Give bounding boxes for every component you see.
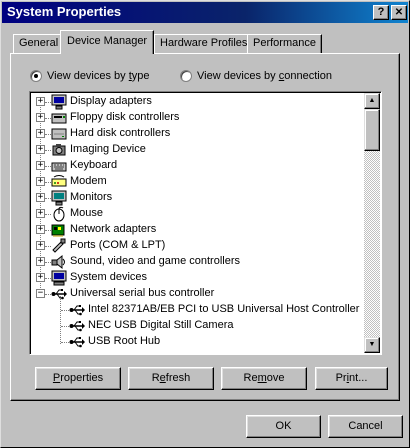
expand-icon[interactable]: +: [36, 257, 45, 266]
device-category-row[interactable]: + Monitors: [32, 190, 362, 206]
device-category-label: Network adapters: [70, 223, 157, 235]
close-button[interactable]: ✕: [391, 5, 407, 20]
device-manager-panel: View devices by type View devices by con…: [10, 53, 400, 401]
scroll-thumb[interactable]: [364, 109, 380, 151]
scroll-up-button[interactable]: ▲: [364, 93, 380, 109]
vertical-scrollbar[interactable]: ▲ ▼: [364, 93, 380, 353]
cancel-button[interactable]: Cancel: [328, 415, 403, 438]
imaging-device-icon: [52, 144, 66, 156]
tab-general[interactable]: General: [13, 34, 65, 53]
system-properties-window: System Properties ? ✕ General Device Man…: [0, 0, 410, 448]
usb-device-row[interactable]: USB Root Hub: [32, 334, 362, 350]
port-icon: [52, 238, 66, 253]
view-by-connection-label: View devices by connection: [197, 70, 332, 82]
device-category-label: Hard disk controllers: [70, 127, 171, 139]
expand-icon[interactable]: +: [36, 97, 45, 106]
device-category-label: Ports (COM & LPT): [70, 239, 166, 251]
modem-icon: [51, 175, 67, 187]
usb-icon: [51, 289, 67, 300]
view-by-type-option[interactable]: View devices by type: [30, 69, 150, 83]
view-by-type-radio[interactable]: [30, 70, 42, 82]
expand-icon[interactable]: +: [36, 129, 45, 138]
device-category-row[interactable]: + Display adapters: [32, 94, 362, 110]
usb-device-label: Intel 82371AB/EB PCI to USB Universal Ho…: [88, 303, 360, 315]
device-category-label: Floppy disk controllers: [70, 111, 180, 123]
device-category-row[interactable]: + System devices: [32, 270, 362, 286]
print-button[interactable]: Print...: [315, 367, 388, 390]
usb-device-label: NEC USB Digital Still Camera: [88, 319, 234, 331]
expand-icon[interactable]: +: [36, 209, 45, 218]
device-tree[interactable]: + Display adapters + Floppy disk controller…: [29, 91, 382, 355]
display-icon: [51, 94, 67, 110]
tab-device-manager[interactable]: Device Manager: [60, 30, 155, 54]
mouse-icon: [53, 206, 65, 222]
device-category-row[interactable]: + Floppy disk controllers: [32, 110, 362, 126]
device-category-row[interactable]: + Mouse: [32, 206, 362, 222]
device-category-label: Universal serial bus controller: [70, 287, 215, 299]
collapse-icon[interactable]: −: [36, 289, 45, 298]
expand-icon[interactable]: +: [36, 113, 45, 122]
usb-device-label: USB Root Hub: [88, 335, 161, 347]
expand-icon[interactable]: +: [36, 241, 45, 250]
title-bar[interactable]: System Properties ? ✕: [2, 2, 408, 23]
view-by-connection-radio[interactable]: [180, 70, 192, 82]
ok-button[interactable]: OK: [246, 415, 321, 438]
device-category-row[interactable]: + Imaging Device: [32, 142, 362, 158]
usb-device-row[interactable]: NEC USB Digital Still Camera: [32, 318, 362, 334]
device-category-row[interactable]: + Network adapters: [32, 222, 362, 238]
keyboard-icon: [51, 162, 67, 172]
expand-icon[interactable]: +: [36, 273, 45, 282]
usb-icon: [69, 321, 85, 332]
properties-button[interactable]: Properties: [35, 367, 121, 390]
expand-icon[interactable]: +: [36, 193, 45, 202]
device-category-row[interactable]: − Universal serial bus controller: [32, 286, 362, 302]
sound-controller-icon: [51, 254, 65, 270]
device-category-label: System devices: [70, 271, 148, 283]
device-category-label: Imaging Device: [70, 143, 146, 155]
view-by-type-label: View devices by type: [47, 70, 150, 82]
usb-icon: [69, 337, 85, 348]
device-category-row[interactable]: + Hard disk controllers: [32, 126, 362, 142]
device-category-label: Modem: [70, 175, 107, 187]
device-category-label: Keyboard: [70, 159, 118, 171]
device-category-row[interactable]: + Keyboard: [32, 158, 362, 174]
view-by-connection-option[interactable]: View devices by connection: [180, 69, 332, 83]
device-category-label: Display adapters: [70, 95, 152, 107]
usb-device-row[interactable]: Intel 82371AB/EB PCI to USB Universal Ho…: [32, 302, 362, 318]
remove-button[interactable]: Remove: [221, 367, 307, 390]
expand-icon[interactable]: +: [36, 145, 45, 154]
refresh-button[interactable]: Refresh: [128, 367, 214, 390]
hard-disk-controller-icon: [51, 128, 67, 140]
monitor-icon: [51, 190, 67, 206]
expand-icon[interactable]: +: [36, 161, 45, 170]
tab-hardware-profiles[interactable]: Hardware Profiles: [154, 34, 254, 53]
tab-performance[interactable]: Performance: [247, 34, 322, 53]
floppy-controller-icon: [51, 113, 67, 124]
expand-icon[interactable]: +: [36, 177, 45, 186]
help-button[interactable]: ?: [373, 5, 389, 20]
device-category-row[interactable]: + Sound, video and game controllers: [32, 254, 362, 270]
network-adapter-icon: [51, 224, 65, 237]
system-device-icon: [51, 270, 67, 286]
device-category-label: Sound, video and game controllers: [70, 255, 240, 267]
device-category-row[interactable]: + Ports (COM & LPT): [32, 238, 362, 254]
usb-icon: [69, 305, 85, 316]
window-title: System Properties: [7, 4, 122, 19]
scroll-down-button[interactable]: ▼: [364, 337, 380, 353]
expand-icon[interactable]: +: [36, 225, 45, 234]
device-tree-content: + Display adapters + Floppy disk controller…: [32, 94, 365, 352]
device-category-label: Monitors: [70, 191, 113, 203]
device-category-row[interactable]: + Modem: [32, 174, 362, 190]
device-category-label: Mouse: [70, 207, 104, 219]
